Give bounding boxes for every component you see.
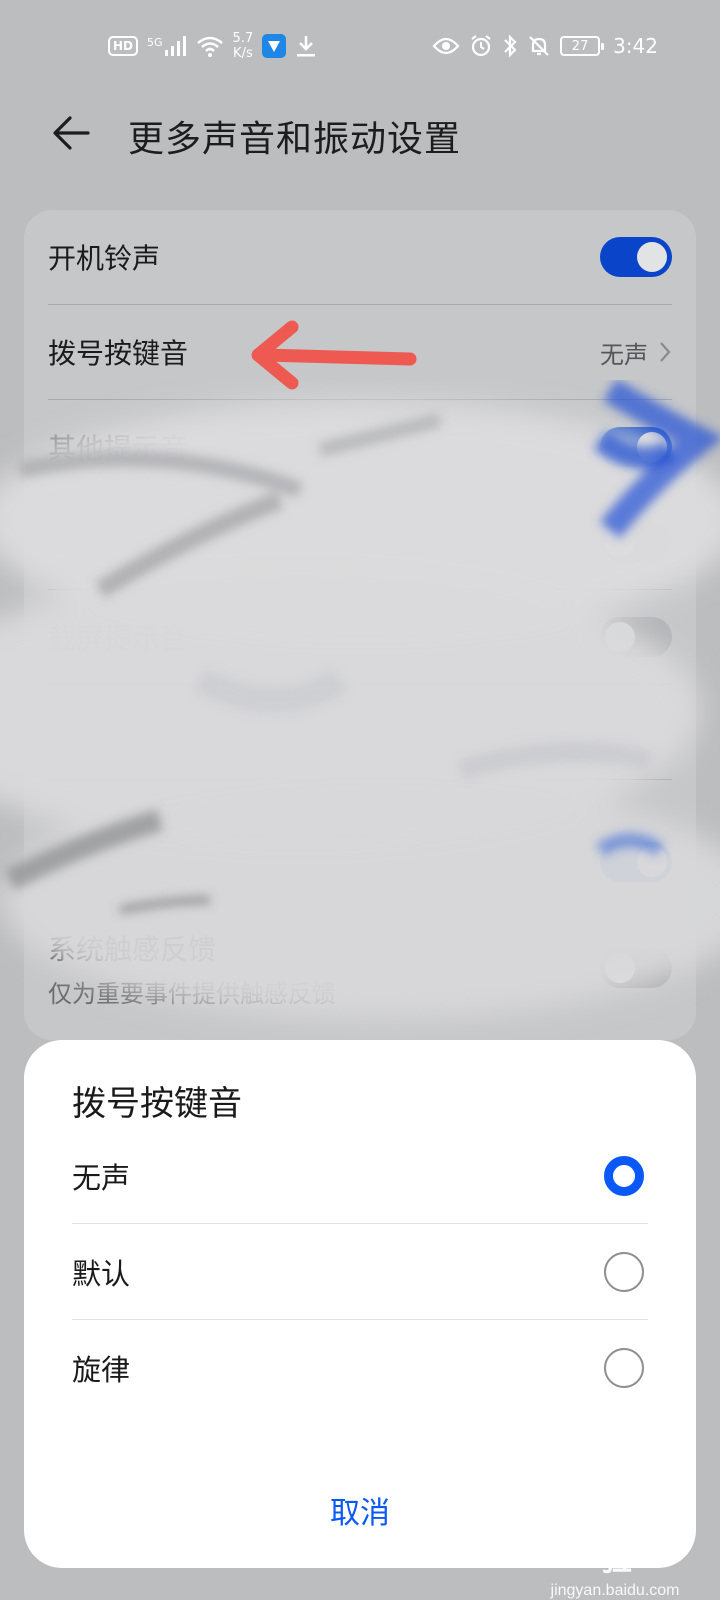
status-bar-left: HD 5G 5.7 K/s xyxy=(108,31,317,61)
hd-badge: HD xyxy=(108,36,139,56)
screen-touch-tone-toggle[interactable] xyxy=(600,427,672,467)
option-silent-label: 无声 xyxy=(72,1160,131,1195)
vibration-row[interactable] xyxy=(48,815,672,910)
bluetooth-icon xyxy=(504,34,517,58)
system-haptic-label: 系统触感反馈 xyxy=(48,932,217,966)
dial-keypad-tone-label: 拨号按键音 xyxy=(48,337,189,370)
system-haptic-desc: 仅为重要事件提供触感反馈 xyxy=(48,979,336,1008)
speed-unit: K/s xyxy=(233,46,253,61)
option-melody[interactable]: 旋律 xyxy=(72,1320,648,1416)
screenshot-tone-label: 截屏提示音 xyxy=(48,622,189,655)
option-default-radio[interactable] xyxy=(604,1251,644,1292)
lock-tone-toggle[interactable] xyxy=(600,522,672,562)
page-header: 更多声音和振动设置 xyxy=(0,96,720,168)
option-default[interactable]: 默认 xyxy=(72,1224,648,1320)
system-haptic-text: 系统触感反馈 仅为重要事件提供触感反馈 xyxy=(48,928,336,1009)
app-notification-icon xyxy=(262,34,287,58)
hidden-setting-row[interactable] xyxy=(48,685,672,780)
alarm-icon xyxy=(471,35,491,57)
option-silent-radio[interactable] xyxy=(604,1155,644,1196)
status-time: 3:42 xyxy=(613,34,658,58)
wifi-icon xyxy=(196,36,223,57)
watermark: Baidu经验 jingyan.baidu.com xyxy=(540,1482,690,1599)
download-icon xyxy=(297,36,316,57)
lock-tone-row[interactable] xyxy=(48,495,672,590)
network-type: 5G xyxy=(147,36,163,49)
speed-value: 5.7 xyxy=(232,31,254,46)
screen-touch-tone-row[interactable]: 其他提示音 xyxy=(48,400,672,495)
system-haptic-toggle[interactable] xyxy=(600,948,672,988)
dial-keypad-tone-value: 无声 xyxy=(600,335,672,370)
battery-icon: 27 xyxy=(560,36,605,56)
screen-touch-tone-label: 其他提示音 xyxy=(48,432,189,465)
screenshot-tone-row[interactable]: 截屏提示音 xyxy=(48,590,672,685)
option-melody-label: 旋律 xyxy=(72,1353,131,1387)
back-arrow-icon[interactable] xyxy=(48,110,94,156)
status-bar-right: 27 3:42 xyxy=(432,34,658,58)
option-default-label: 默认 xyxy=(72,1256,131,1291)
page-title: 更多声音和振动设置 xyxy=(128,119,462,160)
settings-card: 开机铃声 拨号按键音 无声 其他提示音 截屏提示音 系统触感反馈 仅为重要事件提… xyxy=(24,210,696,1040)
signal-icon: 5G xyxy=(147,36,187,56)
option-melody-radio[interactable] xyxy=(604,1348,644,1388)
dialog-title: 拨号按键音 xyxy=(72,1084,242,1124)
boot-ringtone-toggle[interactable] xyxy=(600,237,672,277)
network-speed: 5.7 K/s xyxy=(233,31,254,61)
vibration-toggle[interactable] xyxy=(600,842,672,882)
dial-keypad-tone-current: 无声 xyxy=(600,340,648,369)
status-bar: HD 5G 5.7 K/s 27 3:42 xyxy=(0,22,720,70)
eye-icon xyxy=(432,37,460,55)
watermark-logo: Baidu经验 xyxy=(553,1491,677,1578)
chevron-right-icon xyxy=(660,342,671,362)
mute-bell-icon xyxy=(529,36,549,56)
dial-keypad-tone-row[interactable]: 拨号按键音 无声 xyxy=(48,305,672,400)
system-haptic-row[interactable]: 系统触感反馈 仅为重要事件提供触感反馈 xyxy=(48,912,672,1024)
watermark-url: jingyan.baidu.com xyxy=(550,1582,680,1599)
boot-ringtone-row[interactable]: 开机铃声 xyxy=(48,210,672,305)
option-silent[interactable]: 无声 xyxy=(72,1128,648,1224)
boot-ringtone-label: 开机铃声 xyxy=(48,242,161,275)
screenshot-tone-toggle[interactable] xyxy=(600,617,672,657)
